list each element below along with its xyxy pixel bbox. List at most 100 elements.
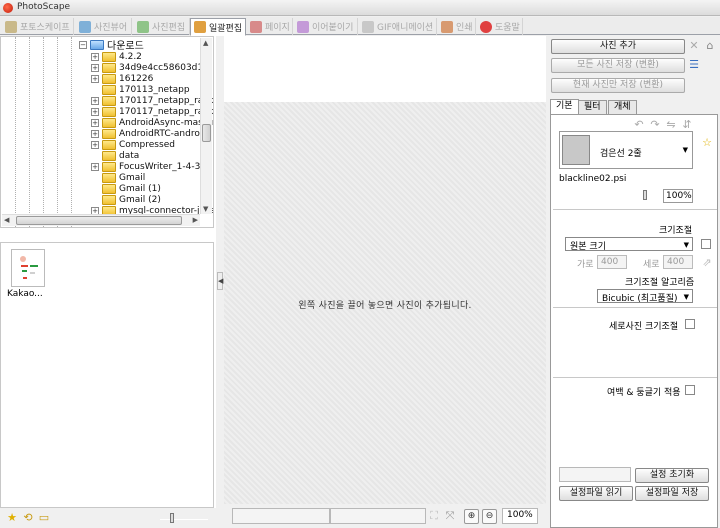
tree-horizontal-scrollbar[interactable]: ◀ ▶ [2,214,200,226]
scroll-up-icon[interactable]: ▲ [203,39,208,47]
drop-instructions: 왼쪽 사진을 끌어 놓으면 사진이 추가됩니다. [298,301,472,311]
resize-title: 크기조절 [659,226,693,236]
main-tab-bar: 포토스케이프 사진뷰어 사진편집 일괄편집 페이지 이어붙이기 GIF애니메이션… [0,17,720,36]
thumbnail-size-slider[interactable] [160,519,208,520]
scroll-down-icon[interactable]: ▼ [203,205,208,213]
chevron-down-icon: ▼ [683,293,689,301]
tree-item[interactable]: + Compressed [91,139,175,150]
folder-icon [102,183,116,194]
tab-label: 인쇄 [456,23,473,33]
tree-item[interactable]: Gmail (2) [102,194,161,205]
tree-item[interactable]: 170113_netapp [102,84,190,95]
expand-icon[interactable]: + [91,118,99,127]
tree-item[interactable]: Gmail [102,172,145,183]
refresh-folder-icon[interactable]: ⟲ [22,512,34,524]
expand-icon[interactable]: + [91,74,99,83]
tree-label: 170113_netapp [119,84,190,95]
left-bottom-toolbar: ★ ⟲ ▭ [0,508,216,528]
link-ratio-icon[interactable]: ⇗ [701,257,713,269]
tree-label: Gmail [119,172,146,183]
tree-item[interactable]: + AndroidAsync-master [91,117,213,128]
remove-icon[interactable]: ✕ [688,40,700,52]
resize-mode-value: 원본 크기 [570,242,606,252]
zoom-in-icon[interactable]: ⊕ [464,509,479,524]
zoom-out-icon[interactable]: ⊖ [482,509,497,524]
expand-icon[interactable]: + [91,140,99,149]
portrait-resize-checkbox[interactable] [685,319,695,329]
photo-drop-area[interactable]: 왼쪽 사진을 끌어 놓으면 사진이 추가됩니다. [224,36,546,504]
width-input[interactable]: 400 [597,255,627,269]
fit-window-icon[interactable]: ⛶ [428,510,440,522]
tree-label: Compressed [119,139,175,150]
right-panel: 사진 추가 ✕ ⌂ 모든 사진 저장 (변환) ☰ 현재 사진만 저장 (변환)… [548,36,720,528]
margin-round-checkbox[interactable] [685,385,695,395]
tab-gif-animation[interactable]: GIF애니메이션 [359,18,437,35]
tree-item[interactable]: data [102,150,139,161]
height-input[interactable]: 400 [663,255,693,269]
save-settings-button[interactable]: 설정파일 저장 [635,486,709,501]
tree-item[interactable]: +34d9e4cc58603d1b [91,62,209,73]
zoom-level[interactable]: 100% [502,508,538,524]
tree-item[interactable]: +170117_netapp_rack [91,106,213,117]
tab-combine[interactable]: 이어붙이기 [294,18,358,35]
resize-algorithm-select[interactable]: Bicubic (최고품질) ▼ [597,289,693,304]
scrollbar-thumb[interactable] [202,124,211,142]
tree-item[interactable]: + FocusWriter_1-4-3 [91,161,200,172]
lock-ratio-checkbox[interactable] [701,239,711,249]
reset-settings-button[interactable]: 설정 초기화 [635,468,709,483]
tree-item[interactable]: +4.2.2 [91,51,142,62]
trash-icon[interactable]: ⌂ [704,40,716,52]
frame-size-value[interactable]: 100% [663,189,693,203]
redo-icon[interactable]: ↷ [649,119,661,131]
undo-icon[interactable]: ↶ [633,119,645,131]
tree-label: 다운로드 [107,41,144,52]
tree-item[interactable]: + AndroidRTC-android- [91,128,211,139]
scrollbar-thumb[interactable] [16,216,182,225]
slider-knob[interactable] [170,513,174,523]
add-photo-button[interactable]: 사진 추가 [551,39,685,54]
flip-icon[interactable]: ⇋ [665,119,677,131]
tab-editor[interactable]: 사진편집 [134,18,190,35]
list-icon[interactable]: ☰ [688,59,700,71]
save-current-button[interactable]: 현재 사진만 저장 (변환) [551,78,685,93]
collapse-icon[interactable]: − [79,40,87,49]
load-settings-button[interactable]: 설정파일 읽기 [559,486,633,501]
resize-mode-select[interactable]: 원본 크기 ▼ [565,237,693,252]
subtab-object[interactable]: 개체 [608,100,637,114]
rotate-icon[interactable]: ⇵ [681,119,693,131]
expand-icon[interactable]: + [91,52,99,61]
expand-icon[interactable]: + [91,107,99,116]
tree-root-downloads[interactable]: − 다운로드 [79,39,144,52]
file-thumbnail-area[interactable]: Kakao... [0,242,214,508]
tree-item[interactable]: +170117_netapp_rack [91,95,213,106]
open-folder-icon[interactable]: ▭ [38,512,50,524]
slider-knob[interactable] [643,190,647,200]
favorite-star-icon[interactable]: ☆ [701,137,713,149]
tab-batch-editor[interactable]: 일괄편집 [190,18,246,36]
tree-label: AndroidRTC-android- [119,128,212,139]
folder-tree[interactable]: − 다운로드 +4.2.2 +34d9e4cc58603d1b +161226 … [0,36,214,228]
file-thumbnail[interactable] [11,249,45,287]
collapse-left-panel-icon[interactable]: ◀ [217,272,223,290]
frame-name: 검은선 2줄 [600,149,642,159]
tree-vertical-scrollbar[interactable]: ▲ ▼ [200,38,212,214]
expand-icon[interactable]: + [91,96,99,105]
tree-item[interactable]: +161226 [91,73,153,84]
subtab-basic[interactable]: 기본 [550,99,579,114]
tree-item[interactable]: Gmail (1) [102,183,161,194]
frame-select[interactable]: 검은선 2줄 ▼ [559,131,693,169]
tab-print[interactable]: 인쇄 [438,18,476,35]
scroll-left-icon[interactable]: ◀ [4,216,9,224]
actual-size-icon[interactable]: ⤧ [444,510,456,522]
tab-page[interactable]: 페이지 [247,18,293,35]
favorite-star-icon[interactable]: ★ [6,512,18,524]
expand-icon[interactable]: + [91,129,99,138]
tab-viewer[interactable]: 사진뷰어 [76,18,132,35]
expand-icon[interactable]: + [91,63,99,72]
tab-photoscape[interactable]: 포토스케이프 [2,18,74,35]
expand-icon[interactable]: + [91,162,99,171]
tab-help[interactable]: 도움말 [477,18,523,35]
save-all-button[interactable]: 모든 사진 저장 (변환) [551,58,685,73]
scroll-right-icon[interactable]: ▶ [193,216,198,224]
subtab-filter[interactable]: 필터 [578,100,607,114]
